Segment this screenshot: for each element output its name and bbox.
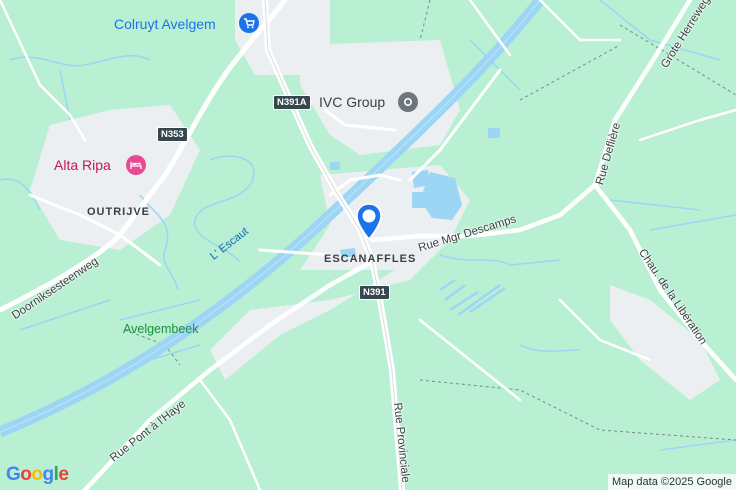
hotel-icon[interactable]	[126, 155, 146, 175]
map-canvas[interactable]: Colruyt Avelgem IVC Group Alta Ripa ESCA…	[0, 0, 736, 490]
road-shield-n391: N391	[359, 285, 390, 300]
poi-label-colruyt[interactable]: Colruyt Avelgem	[114, 16, 216, 32]
map-base-layer	[0, 0, 736, 490]
place-label-escanaffles: ESCANAFFLES	[324, 253, 417, 265]
place-label-outrijve: OUTRIJVE	[87, 206, 151, 218]
map-attribution[interactable]: Map data ©2025 Google	[607, 474, 736, 490]
green-label-avelgembeek: Avelgembeek	[123, 322, 199, 336]
google-logo: Google	[6, 464, 69, 485]
road-shield-n353: N353	[157, 127, 188, 142]
place-pin-icon[interactable]	[398, 92, 418, 112]
poi-label-alta-ripa[interactable]: Alta Ripa	[54, 157, 111, 173]
poi-label-ivc-group[interactable]: IVC Group	[319, 94, 385, 110]
road-shield-n391a: N391A	[273, 95, 311, 110]
location-marker-icon[interactable]	[356, 203, 382, 241]
shopping-cart-icon[interactable]	[239, 13, 259, 33]
